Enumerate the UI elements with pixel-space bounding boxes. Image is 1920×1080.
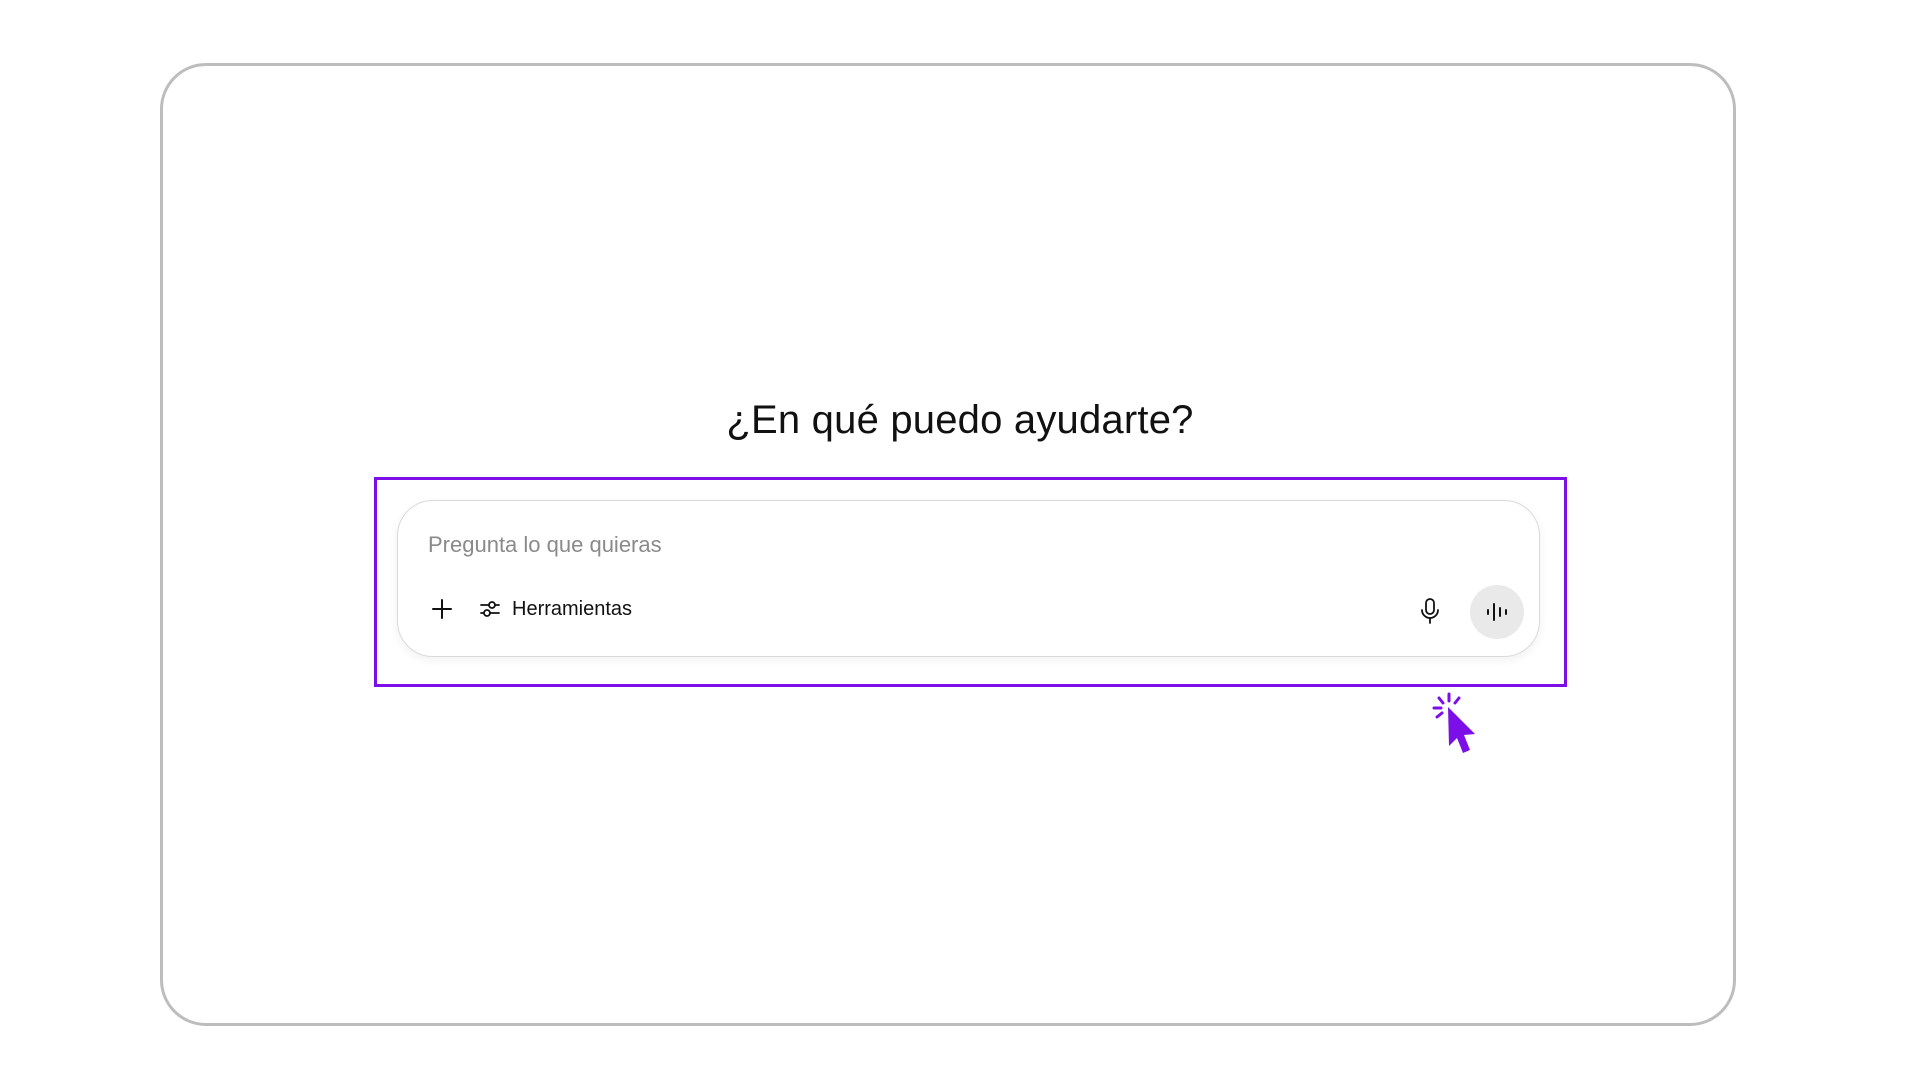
tools-label: Herramientas — [512, 597, 633, 620]
prompt-input[interactable] — [428, 528, 1428, 562]
prompt-composer: Herramientas — [397, 500, 1540, 657]
voice-waveform-icon — [1487, 603, 1507, 621]
composer-toolbar: Herramientas — [422, 585, 638, 633]
sliders-icon — [480, 601, 500, 617]
click-cursor-icon — [1432, 692, 1475, 753]
plus-icon — [432, 599, 452, 619]
voice-mode-button[interactable] — [1470, 585, 1524, 639]
add-attachment-button[interactable] — [422, 589, 462, 629]
microphone-icon — [1421, 598, 1439, 624]
page-title: ¿En qué puedo ayudarte? — [726, 398, 1194, 442]
dictate-button[interactable] — [1410, 591, 1450, 631]
tools-button[interactable]: Herramientas — [472, 589, 638, 629]
